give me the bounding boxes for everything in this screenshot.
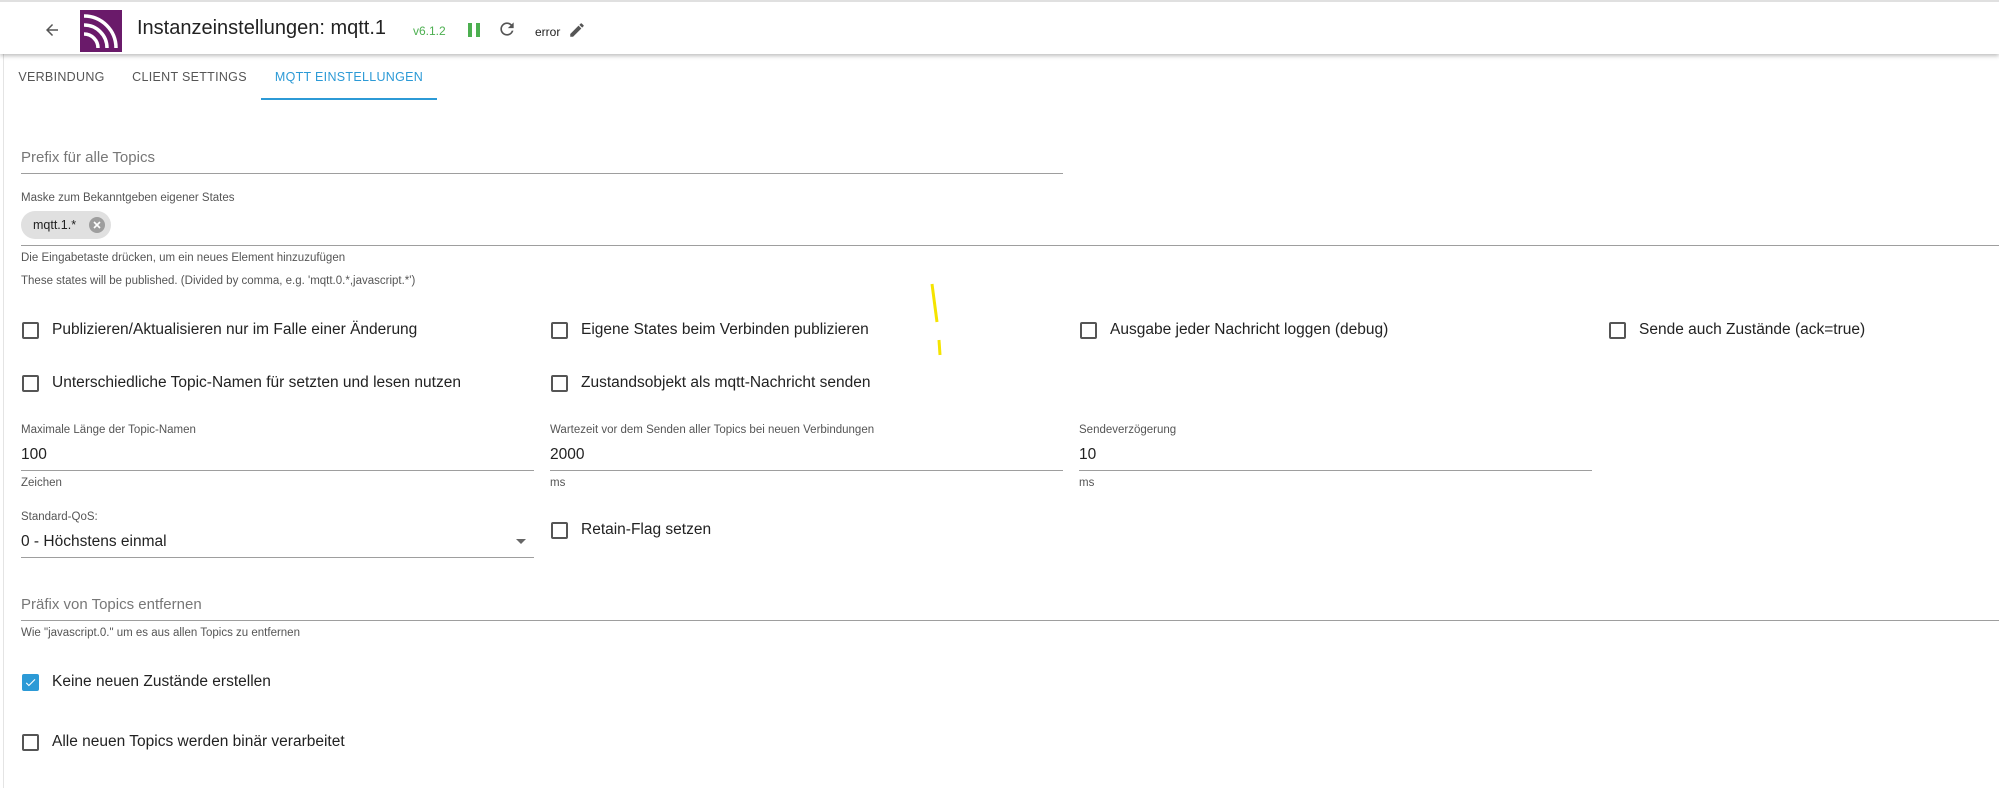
checkbox-label: Ausgabe jeder Nachricht loggen (debug) [1110,321,1389,338]
wait-time-input[interactable]: 2000 [550,446,584,464]
prefix-underline [21,173,1063,174]
send-delay-label: Sendeverzögerung [1079,424,1177,436]
checkbox-different-topic-names[interactable]: Unterschiedliche Topic-Namen für setzten… [22,374,461,392]
checkbox-box[interactable] [551,321,568,339]
checkbox-label: Publizieren/Aktualisieren nur im Falle e… [52,321,418,338]
checkbox-box[interactable] [22,733,39,751]
checkbox-publish-on-connect[interactable]: Eigene States beim Verbinden publizieren [551,321,869,339]
checkbox-box[interactable] [22,321,39,339]
mask-input[interactable] [21,245,1999,246]
qos-underline [21,557,534,558]
page-title: Instanzeinstellungen: mqtt.1 [137,17,387,39]
checkbox-retain-flag[interactable]: Retain-Flag setzen [551,521,711,539]
qos-label: Standard-QoS: [21,511,98,523]
dropdown-arrow-icon[interactable] [516,539,526,544]
checkbox-publish-on-change[interactable]: Publizieren/Aktualisieren nur im Falle e… [22,321,417,339]
remove-prefix-underline [21,620,1999,621]
back-arrow-icon[interactable] [38,16,66,44]
checkbox-box[interactable] [1609,321,1626,339]
checkbox-no-new-states[interactable]: Keine neuen Zustände erstellen [22,673,271,691]
max-length-unit: Zeichen [21,477,62,489]
checkbox-debug-log[interactable]: Ausgabe jeder Nachricht loggen (debug) [1080,321,1388,339]
checkbox-label: Alle neuen Topics werden binär verarbeit… [52,733,345,750]
wait-time-unit: ms [550,477,566,489]
mask-label: Maske zum Bekanntgeben eigener States [21,192,235,204]
app-header: Instanzeinstellungen: mqtt.1 v6.1.2 erro… [0,0,1999,54]
pencil-icon[interactable] [568,21,586,39]
checkbox-send-ack[interactable]: Sende auch Zustände (ack=true) [1609,321,1865,339]
mask-helper-1: Die Eingabetaste drücken, um ein neues E… [21,252,346,264]
remove-prefix-input[interactable]: Präfix von Topics entfernen [21,596,202,613]
wait-time-label: Wartezeit vor dem Senden aller Topics be… [550,424,875,436]
max-length-input[interactable]: 100 [21,446,47,464]
tab-mqtt-einstellungen[interactable]: MQTT EINSTELLUNGEN [261,54,437,100]
checkbox-label: Zustandsobjekt als mqtt-Nachricht senden [581,374,871,391]
send-delay-unit: ms [1079,477,1095,489]
checkbox-label: Keine neuen Zustände erstellen [52,673,271,690]
prefix-input[interactable]: Prefix für alle Topics [21,149,155,166]
max-length-label: Maximale Länge der Topic-Namen [21,424,196,436]
mask-chip-label: mqtt.1.* [33,218,77,232]
tab-verbindung[interactable]: VERBINDUNG [4,54,119,100]
mqtt-logo [80,10,122,52]
yellow-mark [930,283,942,356]
checkbox-box[interactable] [551,374,568,392]
checkbox-checked-icon[interactable] [22,673,39,691]
chip-delete-icon[interactable] [89,217,105,233]
checkbox-state-object-message[interactable]: Zustandsobjekt als mqtt-Nachricht senden [551,374,870,392]
checkbox-label: Sende auch Zustände (ack=true) [1639,321,1866,338]
checkbox-binary-topics[interactable]: Alle neuen Topics werden binär verarbeit… [22,733,345,751]
send-delay-input[interactable]: 10 [1079,446,1096,464]
active-tab-indicator [261,98,437,100]
remove-prefix-helper: Wie "javascript.0." um es aus allen Topi… [21,627,300,639]
checkbox-box[interactable] [22,374,39,392]
tab-client-settings[interactable]: CLIENT SETTINGS [121,54,258,100]
mask-chip: mqtt.1.* [21,211,111,239]
checkbox-label: Retain-Flag setzen [581,521,712,538]
reload-icon[interactable] [497,19,517,39]
checkbox-box[interactable] [1080,321,1097,339]
checkbox-label: Eigene States beim Verbinden publizieren [581,321,869,338]
checkbox-label: Unterschiedliche Topic-Namen für setzten… [52,374,461,391]
checkbox-box[interactable] [551,521,568,539]
send-delay-underline [1079,470,1592,471]
max-length-underline [21,470,534,471]
status-text: error [535,25,561,39]
version-badge: v6.1.2 [413,24,446,38]
wait-time-underline [550,470,1063,471]
pause-icon[interactable] [466,20,482,40]
mask-helper-2: These states will be published. (Divided… [21,275,416,287]
panel-border [3,54,4,788]
qos-select[interactable]: 0 - Höchstens einmal [21,533,167,551]
